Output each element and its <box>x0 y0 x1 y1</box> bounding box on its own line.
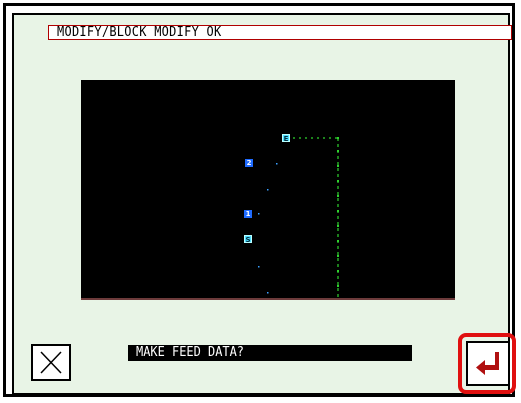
point-1-marker: 1 <box>244 210 252 218</box>
enter-return-icon <box>476 352 499 375</box>
confirmation-prompt: MAKE FEED DATA? <box>128 345 412 361</box>
pattern-baseline <box>81 298 455 300</box>
cancel-button[interactable] <box>31 344 71 381</box>
close-x-icon <box>40 351 62 374</box>
title-text: MODIFY/BLOCK MODIFY OK <box>57 25 222 40</box>
enter-button[interactable] <box>466 341 510 386</box>
title-bar: MODIFY/BLOCK MODIFY OK <box>48 25 512 40</box>
stitch-path <box>258 137 339 300</box>
prompt-text: MAKE FEED DATA? <box>136 345 245 360</box>
point-2-marker: 2 <box>245 159 253 167</box>
pattern-preview <box>81 80 455 300</box>
start-point-marker: S <box>244 235 252 244</box>
end-point-marker: E <box>282 134 290 143</box>
